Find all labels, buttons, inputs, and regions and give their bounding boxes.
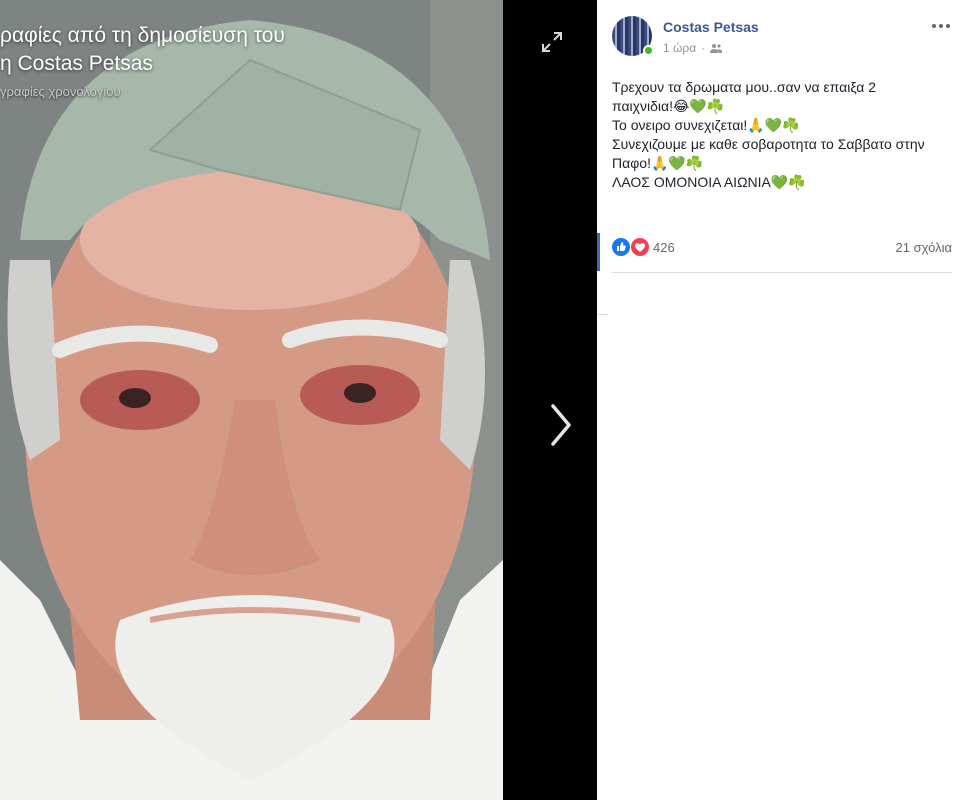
post-timestamp[interactable]: 1 ώρα xyxy=(663,41,696,55)
photo-viewer-window: ραφίες από τη δημοσίευση του η Costas Pe… xyxy=(0,0,959,800)
next-photo-button[interactable] xyxy=(545,400,577,450)
love-icon xyxy=(630,237,650,257)
selfie-image xyxy=(0,0,503,800)
divider xyxy=(612,272,952,273)
friends-icon[interactable] xyxy=(710,43,723,53)
reaction-icons[interactable] xyxy=(612,237,652,257)
focus-indicator xyxy=(597,233,600,271)
post-header: Costas Petsas 1 ώρα · xyxy=(612,16,952,60)
author-name[interactable]: Costas Petsas xyxy=(663,19,759,35)
online-status-dot xyxy=(643,45,654,56)
more-dot xyxy=(939,24,943,28)
comments-count-link[interactable]: 21 σχόλια xyxy=(896,240,952,255)
post-text-line: Τρεχουν τα δρωματα μου..σαν να επαιξα 2 xyxy=(612,79,877,95)
photo-stage: ραφίες από τη δημοσίευση του η Costas Pe… xyxy=(0,0,597,800)
post-text-line: Συνεχιζουμε με καθε σοβαροτητα το Σαββατ… xyxy=(612,136,925,152)
album-link[interactable]: γραφίες χρονολογίου xyxy=(0,84,121,99)
post-photo[interactable] xyxy=(0,0,503,800)
reactions-count[interactable]: 426 xyxy=(653,240,675,255)
post-text-line: Το ονειρο συνεχιζεται!🙏💚☘️ xyxy=(612,117,800,133)
post-panel: Costas Petsas 1 ώρα · Τρεχουν τα δρωματα… xyxy=(597,0,959,800)
more-dot xyxy=(946,24,950,28)
photo-title-line-2[interactable]: η Costas Petsas xyxy=(0,50,285,78)
reactions-bar: 426 21 σχόλια xyxy=(612,236,952,258)
panel-edge-mark xyxy=(597,314,608,315)
post-meta: 1 ώρα · xyxy=(663,41,723,55)
post-text-line: Παφο!🙏💚☘️ xyxy=(612,155,704,171)
post-body: Τρεχουν τα δρωματα μου..σαν να επαιξα 2 … xyxy=(612,78,947,192)
chevron-right-icon xyxy=(551,404,571,446)
like-icon xyxy=(612,238,630,256)
post-text-line: παιχνιδια!😂💚☘️ xyxy=(612,98,725,114)
more-options-button[interactable] xyxy=(930,18,952,34)
expand-icon[interactable] xyxy=(540,30,564,54)
post-text-line: ΛΑΟΣ ΟΜΟΝΟΙΑ ΑΙΩΝΙΑ💚☘️ xyxy=(612,174,806,190)
dot-separator: · xyxy=(701,41,706,55)
photo-title-line-1: ραφίες από τη δημοσίευση του xyxy=(0,24,285,47)
more-dot xyxy=(932,24,936,28)
photo-title: ραφίες από τη δημοσίευση του η Costas Pe… xyxy=(0,22,285,78)
